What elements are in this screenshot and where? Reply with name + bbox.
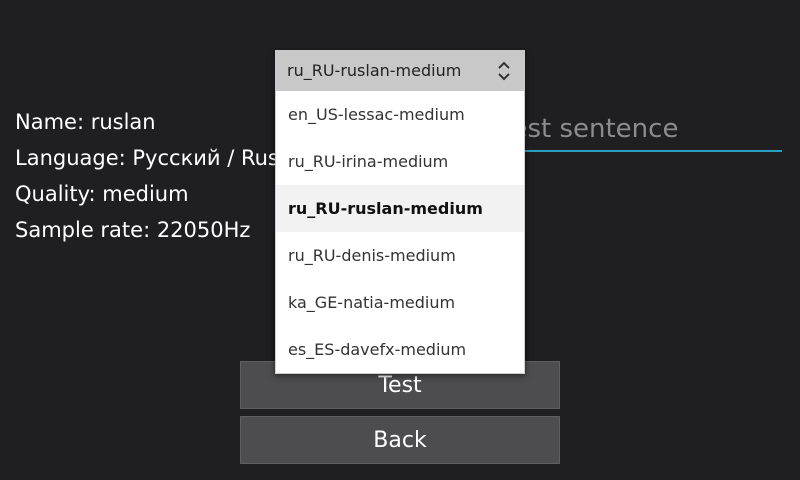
- chevron-up-down-icon: [495, 59, 513, 83]
- voice-option-selected[interactable]: ru_RU-ruslan-medium: [276, 185, 524, 232]
- voice-option[interactable]: es_ES-davefx-medium: [276, 326, 524, 373]
- test-sentence-placeholder: Test sentence: [500, 114, 679, 144]
- voice-option[interactable]: ka_GE-natia-medium: [276, 279, 524, 326]
- voice-option[interactable]: en_US-lessac-medium: [276, 91, 524, 138]
- voice-option[interactable]: ru_RU-denis-medium: [276, 232, 524, 279]
- voice-select-dropdown[interactable]: ru_RU-ruslan-medium en_US-lessac-medium …: [275, 50, 525, 374]
- voice-select-current[interactable]: ru_RU-ruslan-medium: [275, 50, 525, 91]
- test-sentence-input[interactable]: Test sentence: [500, 108, 782, 152]
- voice-option[interactable]: ru_RU-irina-medium: [276, 138, 524, 185]
- voice-options-list: en_US-lessac-medium ru_RU-irina-medium r…: [275, 91, 525, 374]
- voice-select-current-label: ru_RU-ruslan-medium: [287, 61, 462, 80]
- voice-settings-screen: Name: ruslan Language: Русский / Russian…: [0, 0, 800, 480]
- back-button[interactable]: Back: [240, 416, 560, 464]
